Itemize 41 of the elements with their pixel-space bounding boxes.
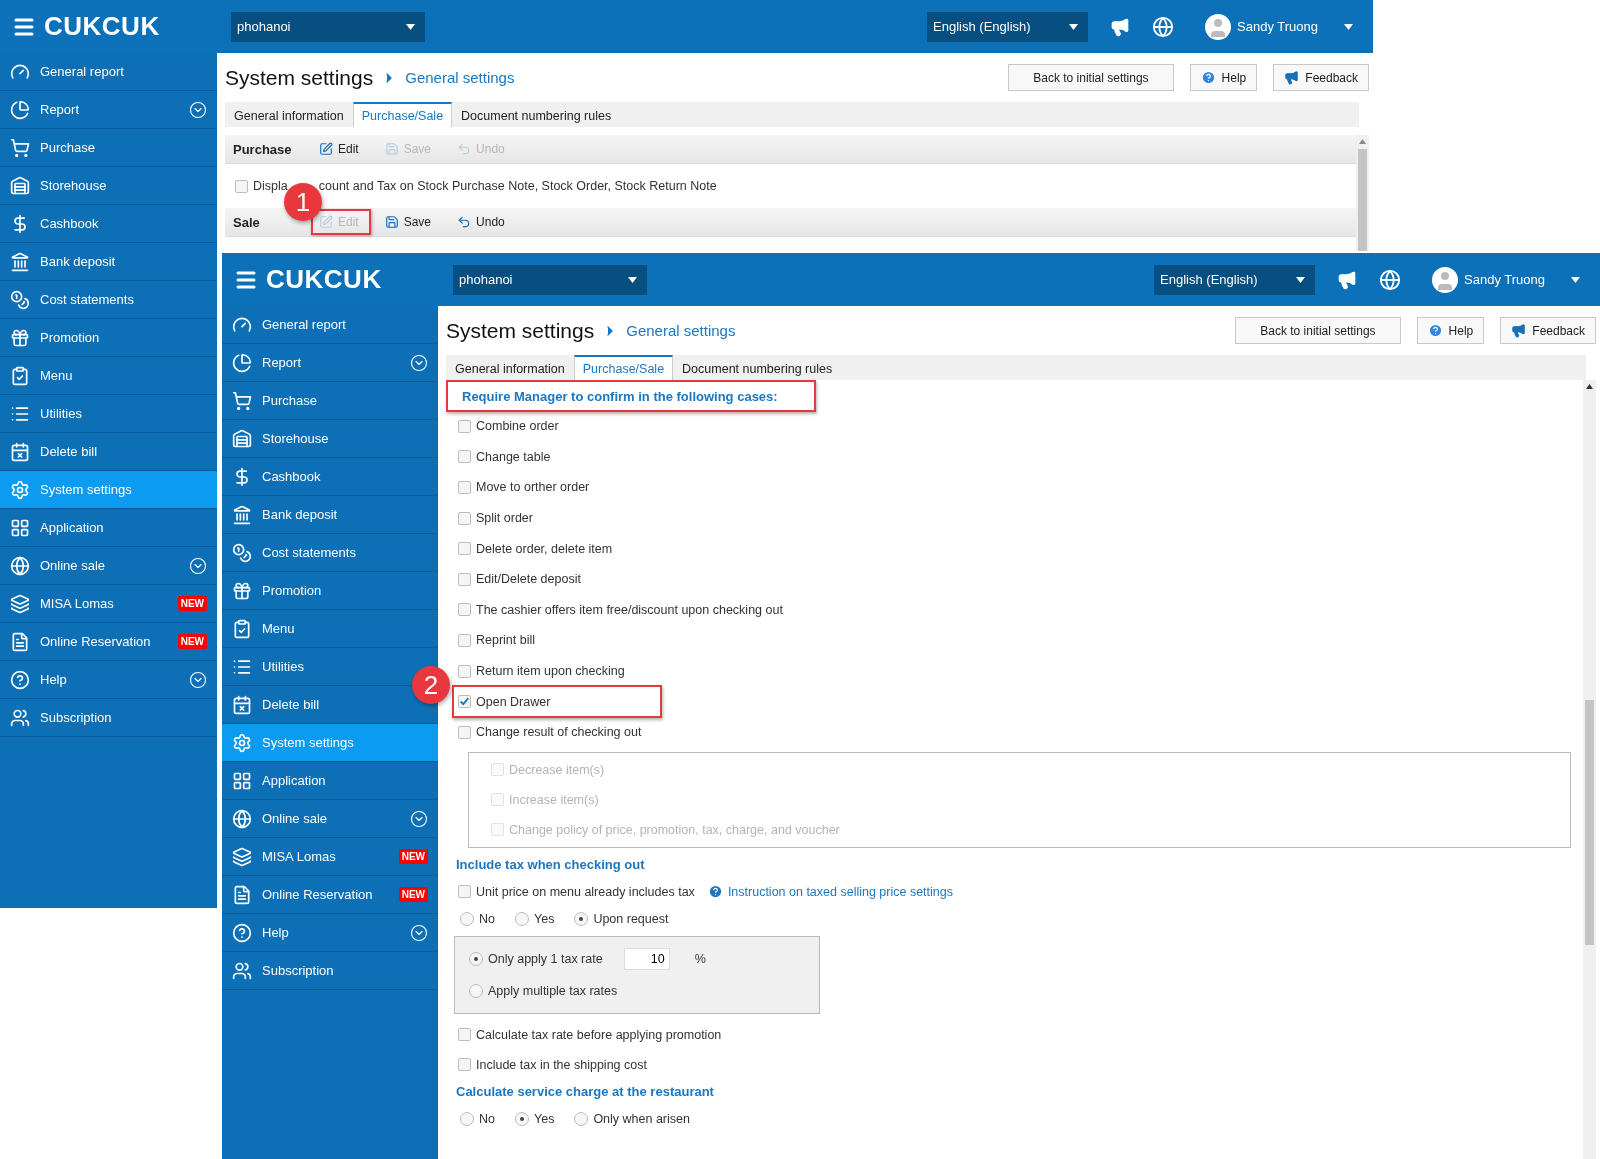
option-label: Only apply 1 tax rate (488, 951, 603, 966)
option-label: Move to orther order (476, 480, 590, 495)
option-label: Apply multiple tax rates (488, 983, 618, 998)
option-label: Unit price on menu already includes tax (476, 884, 695, 899)
section-title: Purchase (233, 141, 293, 157)
option-label: No (479, 911, 495, 926)
section-heading: Include tax when checking out (456, 857, 645, 873)
option-label: No (479, 1111, 495, 1126)
option-label: Edit/Delete deposit (476, 572, 581, 587)
option-label: Decrease item(s) (509, 762, 605, 777)
option-label: Only when arisen (593, 1111, 690, 1126)
option-label: Reprint bill (476, 633, 536, 648)
option-label: Delete order, delete item (476, 541, 613, 556)
option-label: Yes (534, 911, 555, 926)
page-title: System settings (446, 318, 595, 343)
option-label: Change policy of price, promotion, tax, charge, and voucher (509, 822, 840, 837)
option-label: Include tax in the shipping cost (476, 1057, 647, 1072)
section-heading: Require Manager to confirm in the following cases: (462, 388, 778, 404)
section-heading: Calculate service charge at the restaurant (456, 1084, 714, 1100)
section-title: Sale (233, 214, 261, 230)
option-label: Calculate tax rate before applying promotion (476, 1027, 722, 1042)
option-label: Increase item(s) (509, 792, 599, 807)
logo: CUKCUK (44, 11, 160, 42)
new-badge: NEW (177, 634, 207, 649)
new-badge: NEW (398, 849, 428, 864)
option-label: Displa (253, 179, 288, 193)
option-label: Open Drawer (476, 694, 551, 709)
option-label: Upon request (593, 911, 669, 926)
logo: CUKCUK (266, 264, 382, 295)
option-label: Combine order (476, 419, 559, 434)
new-badge: NEW (398, 887, 428, 902)
option-label: Return item upon checking (476, 664, 625, 679)
unit-label: % (694, 951, 706, 966)
option-label: Yes (534, 1111, 555, 1126)
page-title: System settings (225, 65, 374, 90)
new-badge: NEW (177, 596, 207, 611)
option-label: Split order (476, 511, 533, 526)
option-label: count and Tax on Stock Purchase Note, Stock Order, Stock Return Note (318, 179, 717, 193)
option-label: Change result of checking out (476, 725, 642, 740)
option-label: Change table (476, 449, 551, 464)
option-label: The cashier offers item free/discount upon checking out (476, 602, 783, 617)
